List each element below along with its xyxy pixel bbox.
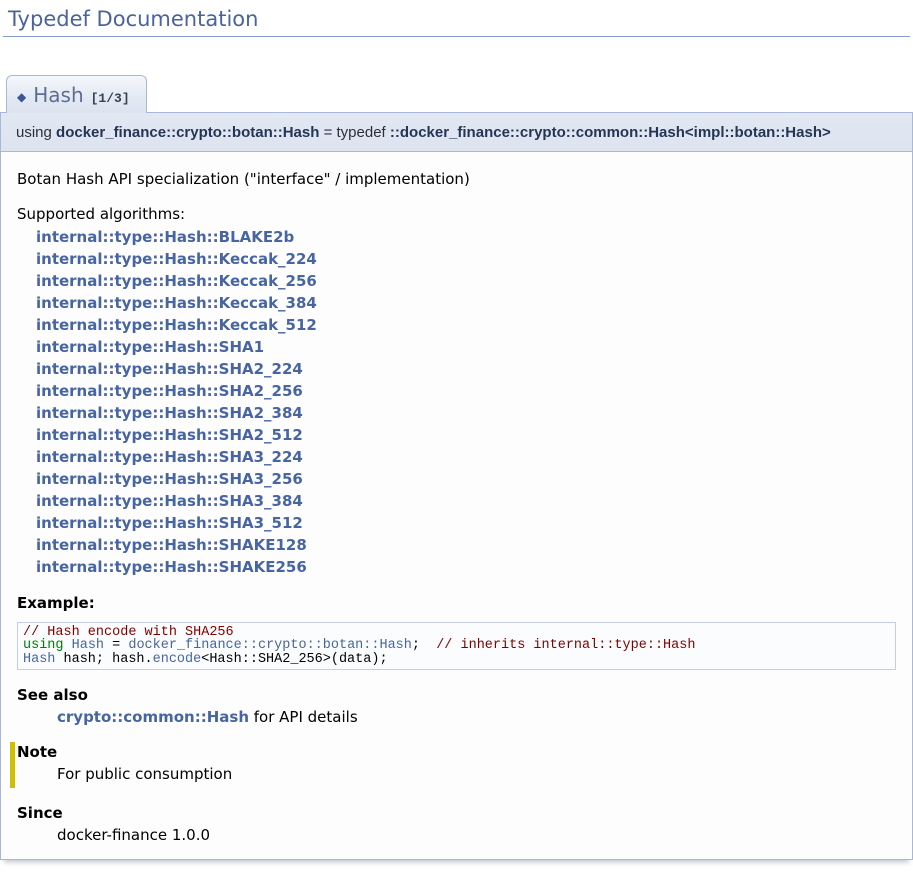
member-overload-badge: [1/3] [91,91,130,106]
algorithm-link[interactable]: internal::type::Hash::SHAKE256 [36,556,896,578]
code-link[interactable]: encode [153,652,202,667]
algorithm-link[interactable]: internal::type::Hash::Keccak_256 [36,270,896,292]
member-tab: ◆ Hash [1/3] [6,75,147,113]
example-code: // Hash encode with SHA256using Hash = d… [17,622,896,671]
proto-keyword-using: using [16,124,56,141]
member-name: Hash [33,83,83,107]
code-token: <Hash::SHA2_256>(data); [201,652,387,667]
proto-typedef-name: docker_finance::crypto::botan::Hash [56,124,319,141]
code-token: hash; hash. [55,652,152,667]
note-text: For public consumption [57,765,896,783]
algorithm-link[interactable]: internal::type::Hash::BLAKE2b [36,226,896,248]
see-also-label: See also [17,686,896,704]
code-link[interactable]: Hash [23,652,55,667]
member-prototype: using docker_finance::crypto::botan::Has… [0,112,913,152]
see-also-body: crypto::common::Hash for API details [57,708,896,726]
algorithm-list: internal::type::Hash::BLAKE2binternal::t… [36,226,896,578]
see-also-section: See also crypto::common::Hash for API de… [17,686,896,726]
see-also-link[interactable]: crypto::common::Hash [57,708,249,726]
code-token: ; [412,638,436,653]
since-section: Since docker-finance 1.0.0 [17,804,896,844]
note-section: Note For public consumption [10,742,896,788]
algorithm-link[interactable]: internal::type::Hash::SHAKE128 [36,534,896,556]
example-section: Example: [17,594,896,612]
see-also-text: for API details [249,708,358,726]
algorithm-link[interactable]: internal::type::Hash::SHA3_512 [36,512,896,534]
algorithm-link[interactable]: internal::type::Hash::SHA3_256 [36,468,896,490]
algorithm-link[interactable]: internal::type::Hash::SHA2_384 [36,402,896,424]
proto-equals-typedef: = typedef [319,124,389,141]
algorithm-link[interactable]: internal::type::Hash::Keccak_512 [36,314,896,336]
algorithms-label: Supported algorithms: [17,204,896,224]
algorithm-link[interactable]: internal::type::Hash::SHA2_224 [36,358,896,380]
member-item: using docker_finance::crypto::botan::Has… [0,112,913,860]
algorithm-link[interactable]: internal::type::Hash::SHA3_224 [36,446,896,468]
page-title: Typedef Documentation [3,0,910,37]
algorithm-link[interactable]: internal::type::Hash::SHA2_512 [36,424,896,446]
proto-target-type: ::docker_finance::crypto::common::Hash<i… [390,124,831,141]
example-label: Example: [17,594,896,612]
since-label: Since [17,804,896,822]
permalink-diamond-icon[interactable]: ◆ [17,90,26,104]
member-doc: Botan Hash API specialization ("interfac… [0,152,913,860]
since-text: docker-finance 1.0.0 [57,826,896,844]
algorithm-link[interactable]: internal::type::Hash::Keccak_224 [36,248,896,270]
algorithm-link[interactable]: internal::type::Hash::SHA2_256 [36,380,896,402]
algorithm-link[interactable]: internal::type::Hash::SHA3_384 [36,490,896,512]
summary-text: Botan Hash API specialization ("interfac… [17,169,896,189]
algorithm-link[interactable]: internal::type::Hash::Keccak_384 [36,292,896,314]
note-label: Note [17,743,896,761]
code-token: // inherits internal::type::Hash [436,638,695,653]
algorithm-link[interactable]: internal::type::Hash::SHA1 [36,336,896,358]
